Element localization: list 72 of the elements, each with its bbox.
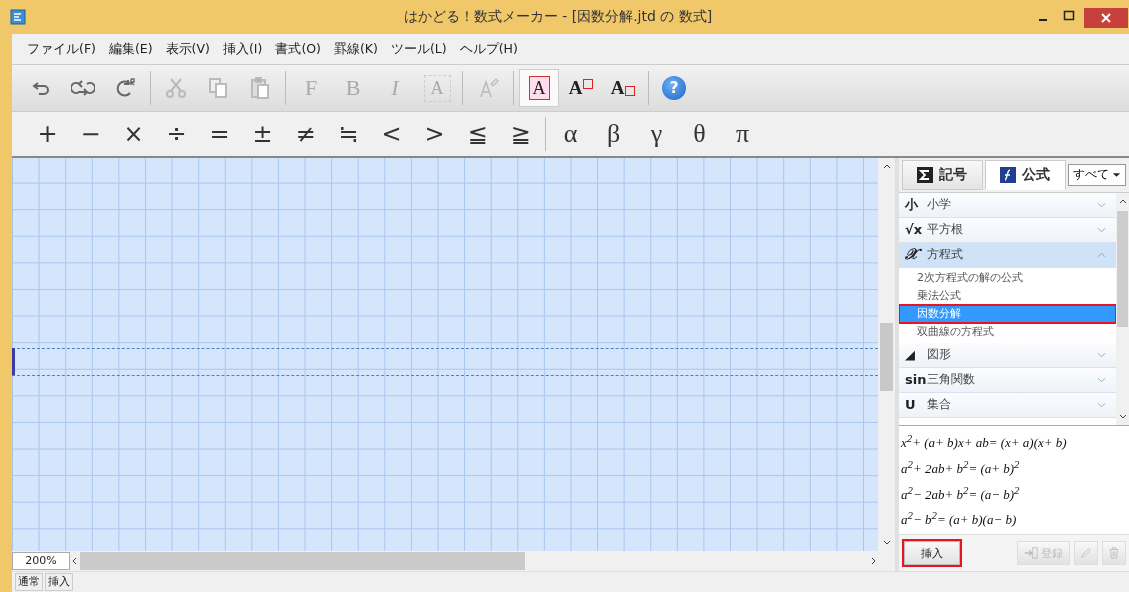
symbol-button[interactable]: =: [198, 115, 241, 153]
symbol-button[interactable]: γ: [635, 115, 678, 153]
scroll-thumb[interactable]: [1117, 210, 1128, 327]
menu-item[interactable]: ヘルプ(H): [459, 40, 518, 58]
expand-icon: [1097, 351, 1106, 358]
copy-icon: [206, 76, 230, 100]
symbol-button[interactable]: π: [721, 115, 764, 153]
symbol-button[interactable]: ±: [241, 115, 284, 153]
app-icon: [10, 9, 26, 25]
symbol-button[interactable]: ≠: [284, 115, 327, 153]
menu-item[interactable]: 書式(O): [275, 40, 321, 58]
scroll-thumb[interactable]: [80, 552, 525, 570]
symbol-button[interactable]: −: [69, 115, 112, 153]
category-header[interactable]: 𝒳 方程式: [899, 242, 1116, 268]
text-cursor: [12, 348, 15, 375]
symbol-button[interactable]: ≒: [327, 115, 370, 153]
symbol-button[interactable]: ≧: [499, 115, 542, 153]
formula-category-item[interactable]: 双曲線の方程式: [899, 322, 1116, 341]
menu-item[interactable]: 表示(V): [165, 40, 210, 58]
sigma-icon: [917, 166, 934, 183]
formula-category-item[interactable]: 2次方程式の解の公式: [899, 268, 1116, 287]
category-header[interactable]: 小 小学: [899, 192, 1116, 218]
format-button[interactable]: A: [519, 69, 559, 107]
symbol-button[interactable]: ÷: [155, 115, 198, 153]
horizontal-scrollbar[interactable]: [70, 552, 878, 570]
symbol-button[interactable]: β: [592, 115, 635, 153]
expand-icon: [1097, 401, 1106, 408]
pencil-icon: [1079, 546, 1093, 561]
category-header[interactable]: sin三角関数: [899, 367, 1116, 393]
symbol-button[interactable]: +: [26, 115, 69, 153]
import-icon: [1024, 546, 1038, 561]
symbol-button[interactable]: >: [413, 115, 456, 153]
category-header[interactable]: √x 平方根: [899, 217, 1116, 243]
menu-item[interactable]: 編集(E): [108, 40, 153, 58]
caret-icon: [1112, 171, 1121, 178]
expand-icon: [1097, 226, 1106, 233]
window-title: はかどる！数式メーカー - [因数分解.jtd の 数式]: [402, 8, 714, 26]
scissors-icon: [164, 76, 188, 100]
format-button[interactable]: A: [603, 69, 643, 107]
panel-tab[interactable]: 記号: [902, 159, 983, 190]
insert-button[interactable]: 挿入: [904, 541, 960, 566]
expand-icon: [1097, 201, 1106, 208]
zoom-level[interactable]: 200%: [12, 552, 70, 570]
symbol-button[interactable]: α: [549, 115, 592, 153]
formula-category-item[interactable]: 乗法公式: [899, 286, 1116, 305]
formula-item[interactable]: a$^{2}$+ 2ab+ b$^{2}$= (a+ b)$^{2}$: [901, 457, 1129, 477]
paste-icon: [248, 76, 272, 100]
panel-tab[interactable]: 公式: [984, 159, 1066, 190]
symbol-button[interactable]: ×: [112, 115, 155, 153]
status-field: 挿入: [45, 573, 73, 591]
collapse-icon: [1097, 251, 1106, 258]
menu-item[interactable]: ツール(L): [390, 40, 447, 58]
menu-item[interactable]: 挿入(I): [222, 40, 263, 58]
status-field: 通常: [15, 573, 43, 591]
menu-item[interactable]: 罫線(K): [333, 40, 378, 58]
symbol-button[interactable]: ≦: [456, 115, 499, 153]
formula-item[interactable]: a$^{2}$− 2ab+ b$^{2}$= (a− b)$^{2}$: [901, 483, 1129, 503]
formula-item[interactable]: a$^{2}$− b$^{2}$= (a+ b)(a− b): [901, 509, 1129, 529]
formula-item[interactable]: x$^{2}$+ (a+ b)x+ ab= (x+ a)(x+ b): [901, 431, 1129, 451]
filter-dropdown[interactable]: すべて: [1067, 163, 1126, 186]
trash-icon: [1107, 546, 1121, 561]
symbol-button[interactable]: θ: [678, 115, 721, 153]
list-scrollbar[interactable]: [1116, 192, 1129, 426]
formula-icon: [1000, 166, 1017, 183]
expand-icon: [1097, 376, 1106, 383]
symbol-button[interactable]: <: [370, 115, 413, 153]
menu-item[interactable]: ファイル(F): [27, 40, 96, 58]
format-button[interactable]: A: [561, 69, 601, 107]
scroll-thumb[interactable]: [880, 323, 893, 391]
category-header[interactable]: ◢ 図形: [899, 342, 1116, 368]
close-icon[interactable]: [1084, 8, 1128, 28]
category-header[interactable]: U 集合: [899, 392, 1116, 418]
